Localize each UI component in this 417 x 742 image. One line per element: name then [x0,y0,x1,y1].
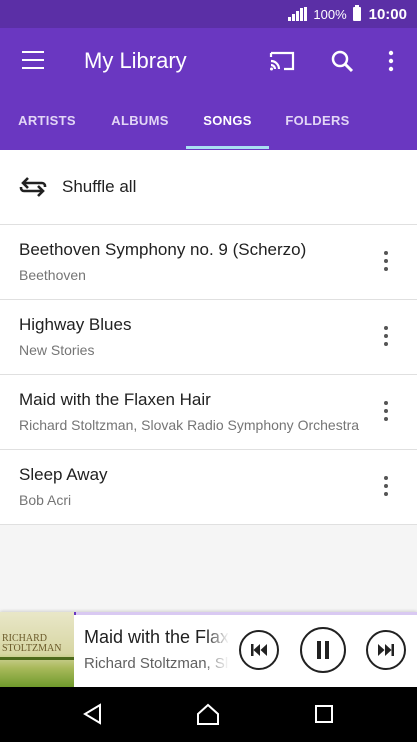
pause-button[interactable] [300,627,346,673]
home-icon[interactable] [195,701,221,727]
pause-icon [317,641,329,659]
status-bar: 100% 10:00 [0,0,417,28]
now-playing-bar[interactable]: RICHARD STOLTZMAN Maid with the Flaxen H… [0,612,417,687]
previous-button[interactable] [239,630,279,670]
back-icon[interactable] [80,701,106,727]
song-artist: Richard Stoltzman, Slovak Radio Symphony… [19,417,360,433]
next-button[interactable] [366,630,406,670]
song-list: Shuffle all Beethoven Symphony no. 9 (Sc… [0,150,417,525]
page-title: My Library [84,48,187,73]
previous-icon [251,644,267,656]
tab-folders[interactable]: FOLDERS [269,106,366,150]
more-vert-icon[interactable] [383,50,399,72]
shuffle-all-label: Shuffle all [62,177,137,196]
toolbar: My Library [0,28,417,96]
shuffle-all-button[interactable]: Shuffle all [0,150,417,225]
next-icon [378,644,394,656]
battery-icon [352,5,361,21]
app-bar: My Library ARTISTS ALBUMS SONGS FOLDERS [0,28,417,150]
song-artist: Bob Acri [19,492,72,508]
list-item[interactable]: Sleep Away Bob Acri [0,450,417,525]
tab-bar: ARTISTS ALBUMS SONGS FOLDERS [0,106,417,150]
more-vert-icon[interactable] [380,251,392,273]
song-artist: Beethoven [19,267,86,283]
progress-track[interactable] [74,612,417,615]
menu-icon[interactable] [22,51,44,69]
more-vert-icon[interactable] [380,476,392,498]
song-artist: New Stories [19,342,95,358]
text-fade [205,620,229,680]
clock: 10:00 [368,5,407,23]
more-vert-icon[interactable] [380,401,392,423]
song-title: Highway Blues [19,315,132,334]
song-title: Maid with the Flaxen Hair [19,390,211,409]
cast-icon[interactable] [268,49,296,73]
progress-fill [74,612,76,615]
shuffle-icon [19,177,47,197]
tab-albums[interactable]: ALBUMS [94,106,186,150]
tab-songs[interactable]: SONGS [186,106,269,150]
album-art-text: RICHARD STOLTZMAN [2,633,62,654]
battery-percent: 100% [313,6,347,22]
list-item[interactable]: Highway Blues New Stories [0,300,417,375]
tab-artists[interactable]: ARTISTS [0,106,94,150]
more-vert-icon[interactable] [380,326,392,348]
signal-icon [288,7,308,21]
recents-icon[interactable] [311,701,337,727]
song-title: Sleep Away [19,465,108,484]
song-title: Beethoven Symphony no. 9 (Scherzo) [19,240,307,259]
album-art-stripe [0,657,74,660]
tab-indicator [186,146,269,149]
list-item[interactable]: Maid with the Flaxen Hair Richard Stoltz… [0,375,417,450]
system-nav-bar [0,687,417,742]
list-item[interactable]: Beethoven Symphony no. 9 (Scherzo) Beeth… [0,225,417,300]
album-art: RICHARD STOLTZMAN [0,612,74,687]
search-icon[interactable] [330,49,354,73]
